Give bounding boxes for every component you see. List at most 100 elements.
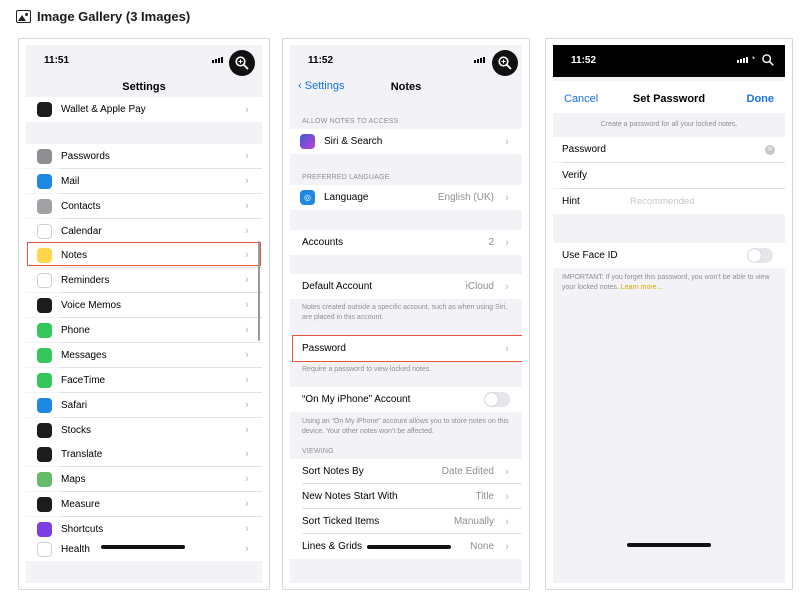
settings-item-label: Wallet & Apple Pay bbox=[61, 104, 146, 115]
gallery-image-3[interactable]: 11:52 ◔ Cancel Set Password Done Create … bbox=[545, 38, 793, 590]
clear-icon[interactable]: ✕ bbox=[765, 144, 775, 155]
gallery-header: Image Gallery (3 Images) bbox=[16, 6, 190, 26]
settings-item-label: Maps bbox=[61, 473, 86, 485]
facetime-icon bbox=[37, 372, 52, 388]
settings-item-reminders[interactable]: Reminders › bbox=[26, 268, 262, 292]
globe-icon: ◎ bbox=[300, 190, 315, 205]
settings-item-facetime[interactable]: FaceTime › bbox=[26, 368, 262, 392]
phone-icon bbox=[37, 322, 52, 338]
signal-icon bbox=[737, 57, 748, 63]
chevron-right-icon: › bbox=[505, 191, 509, 204]
face-id-toggle[interactable] bbox=[747, 248, 773, 263]
chevron-right-icon: › bbox=[245, 374, 249, 386]
password-note: Require a password to view locked notes. bbox=[302, 366, 432, 373]
siri-search-row[interactable]: Siri & Search › bbox=[290, 129, 522, 154]
chevron-right-icon: › bbox=[245, 324, 249, 336]
chevron-right-icon: › bbox=[245, 523, 249, 535]
settings-item-contacts[interactable]: Contacts › bbox=[26, 194, 262, 218]
viewing-label: Sort Ticked Items bbox=[302, 516, 380, 527]
zoom-icon bbox=[762, 54, 774, 66]
on-my-iphone-toggle[interactable] bbox=[484, 392, 510, 407]
settings-item-label: Translate bbox=[61, 448, 103, 460]
gallery-image-2[interactable]: 11:52 ‹ Settings Notes ALLOW NOTES TO AC… bbox=[282, 38, 530, 590]
settings-item-stocks[interactable]: Stocks › bbox=[26, 418, 262, 442]
set-password-screen: 11:52 ◔ Cancel Set Password Done Create … bbox=[553, 45, 785, 583]
chevron-right-icon: › bbox=[505, 515, 509, 528]
viewing-row-sort-notes-by[interactable]: Sort Notes By Date Edited › bbox=[290, 459, 522, 484]
learn-more-link[interactable]: Learn more... bbox=[621, 284, 663, 291]
status-time: 11:52 bbox=[571, 55, 597, 66]
language-row[interactable]: ◎ Language English (UK) › bbox=[290, 185, 522, 210]
status-time: 11:52 bbox=[308, 55, 334, 66]
settings-item-health[interactable]: Health › bbox=[26, 537, 262, 561]
settings-item-voice-memos[interactable]: Voice Memos › bbox=[26, 293, 262, 317]
default-account-row[interactable]: Default Account iCloud › bbox=[290, 274, 522, 299]
settings-item-translate[interactable]: Translate › bbox=[26, 442, 262, 466]
settings-item-phone[interactable]: Phone › bbox=[26, 318, 262, 342]
messages-icon bbox=[37, 347, 52, 363]
chevron-right-icon: › bbox=[245, 399, 249, 411]
settings-item-label: FaceTime bbox=[61, 374, 106, 386]
settings-item-mail[interactable]: Mail › bbox=[26, 169, 262, 193]
page-title: Settings bbox=[122, 81, 166, 93]
settings-item-label: Voice Memos bbox=[61, 299, 122, 311]
viewing-value: Manually bbox=[453, 516, 494, 527]
home-indicator bbox=[367, 545, 451, 549]
chevron-right-icon: › bbox=[245, 543, 249, 555]
chevron-right-icon: › bbox=[245, 473, 249, 485]
gallery-image-1[interactable]: 11:51 Settings Wallet & Apple Pay › Passwo… bbox=[18, 38, 270, 590]
default-account-value: iCloud bbox=[465, 281, 494, 292]
chevron-right-icon: › bbox=[245, 448, 249, 460]
chevron-right-icon: › bbox=[245, 299, 249, 311]
signal-icon bbox=[474, 57, 485, 63]
chevron-right-icon: › bbox=[245, 200, 249, 212]
done-button[interactable]: Done bbox=[747, 93, 775, 105]
viewing-header: VIEWING bbox=[302, 448, 334, 455]
chevron-right-icon: › bbox=[245, 150, 249, 162]
zoom-button[interactable] bbox=[229, 50, 255, 76]
chevron-right-icon: › bbox=[245, 424, 249, 436]
settings-item-safari[interactable]: Safari › bbox=[26, 393, 262, 417]
settings-item-wallet-apple-pay[interactable]: Wallet & Apple Pay › bbox=[26, 97, 262, 122]
settings-item-passwords[interactable]: Passwords › bbox=[26, 144, 262, 168]
scrollbar[interactable] bbox=[258, 241, 260, 341]
settings-item-calendar[interactable]: Calendar › bbox=[26, 219, 262, 243]
translate-icon bbox=[37, 446, 52, 462]
contacts-icon bbox=[37, 198, 52, 214]
home-indicator bbox=[101, 545, 185, 549]
default-account-label: Default Account bbox=[302, 281, 373, 292]
status-bar: 11:51 bbox=[26, 45, 262, 75]
settings-item-measure[interactable]: Measure › bbox=[26, 492, 262, 516]
viewing-row-new-notes-start-with[interactable]: New Notes Start With Title › bbox=[290, 484, 522, 509]
settings-item-label: Messages bbox=[61, 349, 107, 361]
on-my-iphone-row[interactable]: “On My iPhone” Account bbox=[290, 387, 522, 412]
settings-item-messages[interactable]: Messages › bbox=[26, 343, 262, 367]
page-title: Notes bbox=[390, 81, 422, 93]
chevron-right-icon: › bbox=[505, 236, 509, 249]
chevron-right-icon: › bbox=[245, 274, 249, 286]
measure-icon bbox=[37, 496, 52, 512]
status-bar: 11:52 bbox=[290, 45, 522, 75]
siri-icon bbox=[300, 134, 315, 149]
password-field[interactable]: Password ✕ bbox=[553, 137, 785, 162]
face-id-row[interactable]: Use Face ID bbox=[553, 243, 785, 268]
verify-field[interactable]: Verify bbox=[553, 163, 785, 188]
settings-item-maps[interactable]: Maps › bbox=[26, 467, 262, 491]
settings-item-label: Calendar bbox=[61, 225, 102, 237]
default-account-note: Notes created outside a specific account… bbox=[302, 304, 508, 321]
language-header: PREFERRED LANGUAGE bbox=[302, 174, 390, 181]
settings-screen: 11:51 Settings Wallet & Apple Pay › Passwo… bbox=[26, 45, 262, 583]
viewing-row-sort-ticked-items[interactable]: Sort Ticked Items Manually › bbox=[290, 509, 522, 534]
zoom-button[interactable] bbox=[492, 50, 518, 76]
hint-field[interactable]: Hint Recommended bbox=[553, 189, 785, 214]
face-id-label: Use Face ID bbox=[562, 250, 618, 261]
chevron-right-icon: › bbox=[245, 225, 249, 237]
voice-memos-icon bbox=[37, 297, 52, 313]
notes-highlight bbox=[27, 242, 261, 266]
viewing-value: Title bbox=[475, 491, 494, 502]
on-my-iphone-note: Using an “On My iPhone” account allows y… bbox=[302, 418, 509, 435]
image-gallery-icon bbox=[16, 9, 31, 23]
wallet-icon bbox=[37, 102, 52, 117]
accounts-row[interactable]: Accounts 2 › bbox=[290, 230, 522, 255]
settings-item-label: Phone bbox=[61, 324, 90, 336]
